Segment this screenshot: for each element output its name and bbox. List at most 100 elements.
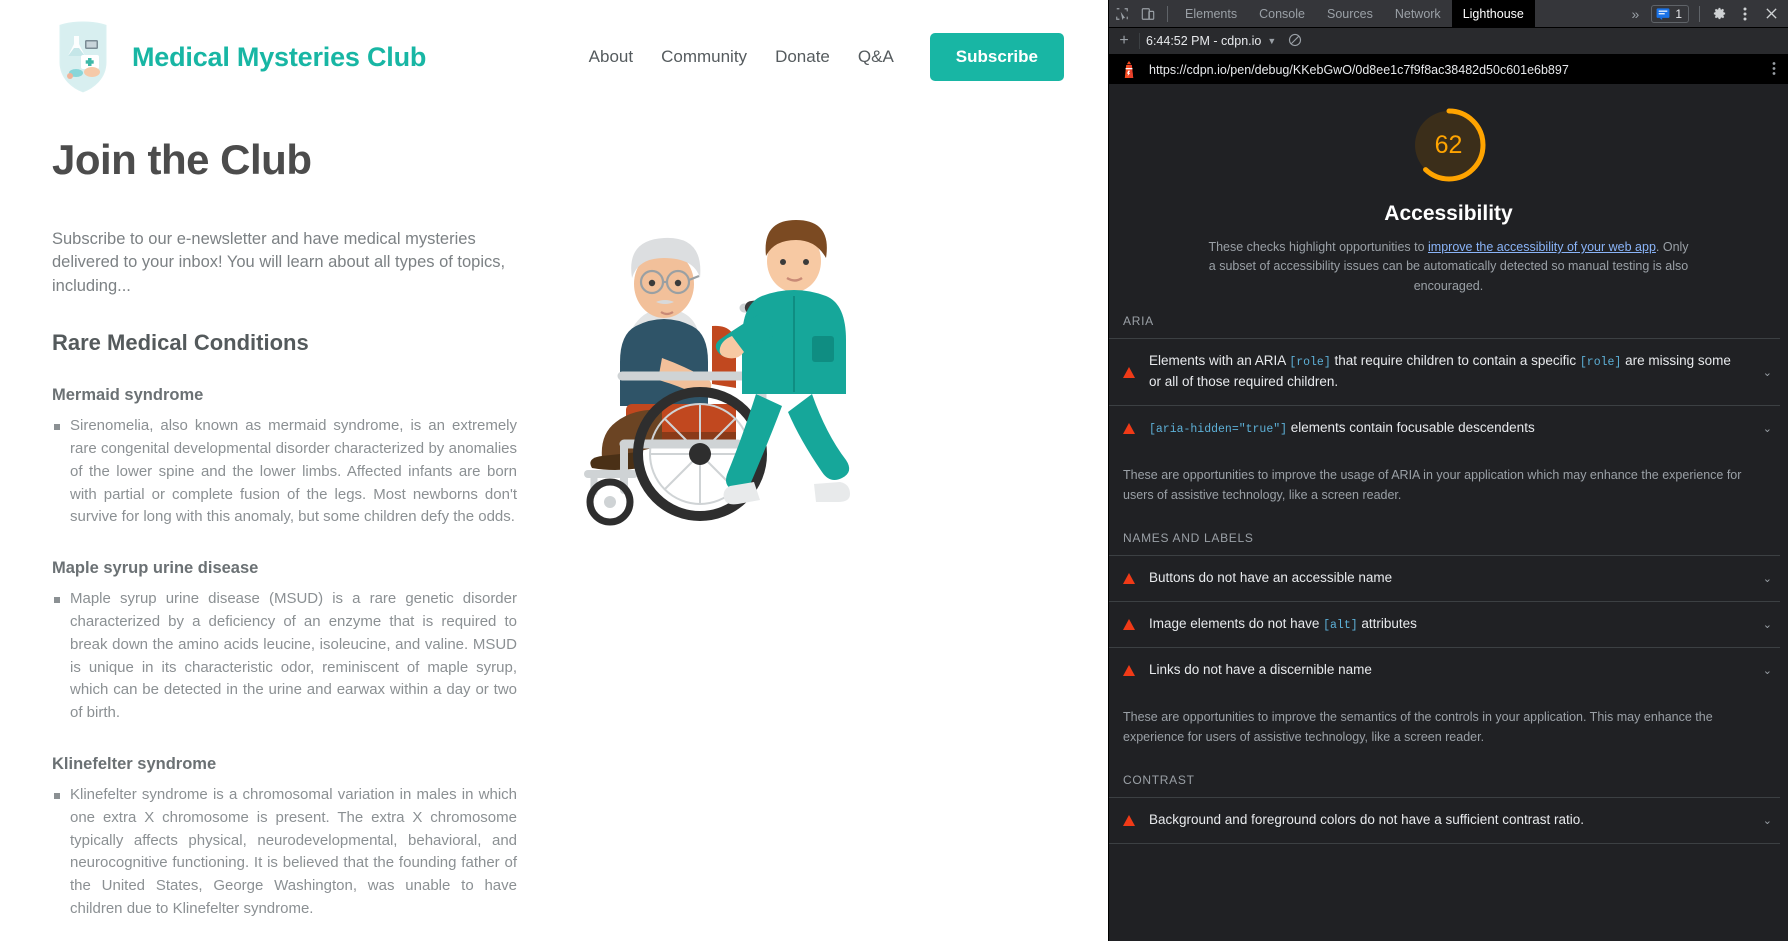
clear-all-icon[interactable] bbox=[1288, 33, 1302, 50]
audit-code-part: [role] bbox=[1289, 356, 1331, 370]
audit-row[interactable]: Buttons do not have an accessible name ⌄ bbox=[1109, 554, 1780, 601]
audit-row[interactable]: Elements with an ARIA [role] that requir… bbox=[1109, 338, 1780, 405]
condition-list-klinefelter: Klinefelter syndrome is a chromosomal va… bbox=[52, 784, 560, 921]
screen: Medical Mysteries Club About Community D… bbox=[0, 0, 1788, 941]
content-column: Join the Club Subscribe to our e-newslet… bbox=[40, 124, 560, 941]
illustration-column bbox=[560, 124, 1068, 941]
report-url: https://cdpn.io/pen/debug/KKebGwO/0d8ee1… bbox=[1149, 62, 1569, 77]
audit-text-part: Buttons do not have an accessible name bbox=[1149, 569, 1393, 585]
fail-triangle-icon bbox=[1123, 572, 1135, 584]
chevron-down-icon[interactable]: ⌄ bbox=[1755, 422, 1772, 435]
group-title-aria: ARIA bbox=[1123, 314, 1154, 329]
condition-title-klinefelter: Klinefelter syndrome bbox=[52, 755, 217, 774]
brand-title: Medical Mysteries Club bbox=[132, 41, 427, 72]
tab-lighthouse[interactable]: Lighthouse bbox=[1451, 0, 1535, 28]
audit-text-part: Elements with an ARIA bbox=[1149, 353, 1290, 369]
accessibility-docs-link[interactable]: improve the accessibility of your web ap… bbox=[1428, 240, 1656, 254]
chevron-down-icon[interactable]: ⌄ bbox=[1755, 366, 1772, 379]
accessibility-score-gauge: 62 bbox=[1406, 102, 1492, 188]
close-icon[interactable] bbox=[1758, 1, 1784, 27]
group-note-names-and-labels: These are opportunities to improve the s… bbox=[1123, 709, 1713, 744]
desc-pre: These checks highlight opportunities to bbox=[1208, 240, 1429, 254]
fail-triangle-icon bbox=[1123, 664, 1135, 676]
list-item: Klinefelter syndrome is a chromosomal va… bbox=[52, 784, 517, 921]
issues-badge[interactable]: 1 bbox=[1651, 4, 1689, 23]
chevron-down-icon[interactable]: ⌄ bbox=[1755, 664, 1772, 677]
category-description: These checks highlight opportunities to … bbox=[1204, 238, 1694, 296]
gear-icon[interactable] bbox=[1706, 1, 1732, 27]
nav-item-donate[interactable]: Donate bbox=[775, 47, 830, 67]
audit-text-part: attributes bbox=[1357, 615, 1417, 631]
audit-text-part: elements contain focusable descendents bbox=[1287, 419, 1535, 435]
audit-row[interactable]: Links do not have a discernible name ⌄ bbox=[1109, 646, 1780, 693]
nav-item-community[interactable]: Community bbox=[661, 47, 747, 67]
issues-message-icon bbox=[1656, 7, 1670, 20]
tab-elements[interactable]: Elements bbox=[1174, 0, 1248, 28]
medical-shield-logo-icon[interactable] bbox=[52, 18, 114, 96]
tab-sources[interactable]: Sources bbox=[1316, 0, 1384, 28]
group-title-contrast: CONTRAST bbox=[1123, 772, 1195, 787]
group-names-and-labels: NAMES AND LABELS Buttons do not have an … bbox=[1109, 531, 1788, 747]
device-toolbar-icon[interactable] bbox=[1135, 1, 1161, 27]
group-note-aria: These are opportunities to improve the u… bbox=[1123, 467, 1742, 502]
fail-triangle-icon bbox=[1123, 618, 1135, 630]
more-options-icon[interactable] bbox=[1732, 1, 1758, 27]
condition-list-mermaid: Sirenomelia, also known as mermaid syndr… bbox=[52, 415, 560, 529]
web-page-viewport: Medical Mysteries Club About Community D… bbox=[0, 0, 1108, 941]
nav-item-qa[interactable]: Q&A bbox=[858, 47, 894, 67]
condition-list-msud: Maple syrup urine disease (MSUD) is a ra… bbox=[52, 588, 560, 725]
condition-title-msud: Maple syrup urine disease bbox=[52, 559, 259, 578]
audit-title: Links do not have a discernible name bbox=[1149, 660, 1741, 681]
condition-title-mermaid: Mermaid syndrome bbox=[52, 386, 204, 405]
list-item: Sirenomelia, also known as mermaid syndr… bbox=[52, 415, 517, 529]
section-title: Rare Medical Conditions bbox=[52, 330, 309, 356]
fail-triangle-icon bbox=[1123, 422, 1135, 434]
tab-console[interactable]: Console bbox=[1248, 0, 1316, 28]
audit-code-part: [alt] bbox=[1323, 618, 1358, 632]
lighthouse-subbar: + 6:44:52 PM - cdpn.io ▼ bbox=[1109, 28, 1788, 55]
audit-row[interactable]: [aria-hidden="true"] elements contain fo… bbox=[1109, 404, 1780, 451]
fail-triangle-icon bbox=[1123, 814, 1135, 826]
header-subscribe-button[interactable]: Subscribe bbox=[929, 33, 1064, 81]
page-content: Join the Club Subscribe to our e-newslet… bbox=[0, 104, 1108, 941]
chevron-down-icon[interactable]: ▼ bbox=[1267, 36, 1276, 46]
toolbar-divider-2 bbox=[1699, 5, 1700, 22]
score-block: 62 Accessibility These checks highlight … bbox=[1109, 84, 1788, 296]
chevron-down-icon[interactable]: ⌄ bbox=[1755, 814, 1772, 827]
site-header: Medical Mysteries Club About Community D… bbox=[0, 0, 1108, 104]
toolbar-right-controls: » 1 bbox=[1624, 1, 1788, 27]
intro-paragraph: Subscribe to our e-newsletter and have m… bbox=[52, 230, 506, 295]
devtools-tabs: Elements Console Sources Network Lightho… bbox=[1174, 0, 1535, 28]
fail-triangle-icon bbox=[1123, 366, 1135, 378]
audit-title: Buttons do not have an accessible name bbox=[1149, 568, 1741, 589]
audit-title: Background and foreground colors do not … bbox=[1149, 810, 1741, 831]
chevron-down-icon[interactable]: ⌄ bbox=[1755, 572, 1772, 585]
devtools-panel: Elements Console Sources Network Lightho… bbox=[1108, 0, 1788, 941]
list-item: Maple syrup urine disease (MSUD) is a ra… bbox=[52, 588, 517, 725]
issues-count: 1 bbox=[1675, 6, 1682, 21]
audit-code-part: [role] bbox=[1579, 356, 1622, 370]
add-report-icon[interactable]: + bbox=[1111, 32, 1137, 50]
audit-title: [aria-hidden="true"] elements contain fo… bbox=[1149, 418, 1741, 439]
audit-text-part: Links do not have a discernible name bbox=[1149, 661, 1372, 677]
audit-title: Image elements do not have [alt] attribu… bbox=[1149, 614, 1741, 635]
chevron-down-icon[interactable]: ⌄ bbox=[1755, 618, 1772, 631]
report-selector-label[interactable]: 6:44:52 PM - cdpn.io bbox=[1146, 34, 1261, 48]
lighthouse-logo-icon bbox=[1124, 60, 1134, 78]
more-tabs-icon[interactable]: » bbox=[1624, 6, 1648, 22]
audit-code-part: [aria-hidden="true"] bbox=[1149, 422, 1288, 436]
audit-row[interactable]: Background and foreground colors do not … bbox=[1109, 796, 1780, 844]
audit-text-part: Background and foreground colors do not … bbox=[1149, 811, 1585, 827]
subbar-divider bbox=[1139, 33, 1140, 49]
audit-row[interactable]: Image elements do not have [alt] attribu… bbox=[1109, 600, 1780, 647]
lighthouse-report: 62 Accessibility These checks highlight … bbox=[1109, 84, 1788, 941]
audit-text-part: that require children to contain a speci… bbox=[1330, 353, 1580, 369]
nav-item-about[interactable]: About bbox=[589, 47, 633, 67]
main-nav: About Community Donate Q&A Subscribe bbox=[589, 33, 1068, 81]
report-options-icon[interactable] bbox=[1768, 61, 1780, 79]
report-url-bar: https://cdpn.io/pen/debug/KKebGwO/0d8ee1… bbox=[1109, 55, 1788, 84]
score-value: 62 bbox=[1434, 130, 1463, 159]
inspect-element-icon[interactable] bbox=[1109, 1, 1135, 27]
group-title-names-and-labels: NAMES AND LABELS bbox=[1123, 530, 1254, 545]
tab-network[interactable]: Network bbox=[1384, 0, 1452, 28]
